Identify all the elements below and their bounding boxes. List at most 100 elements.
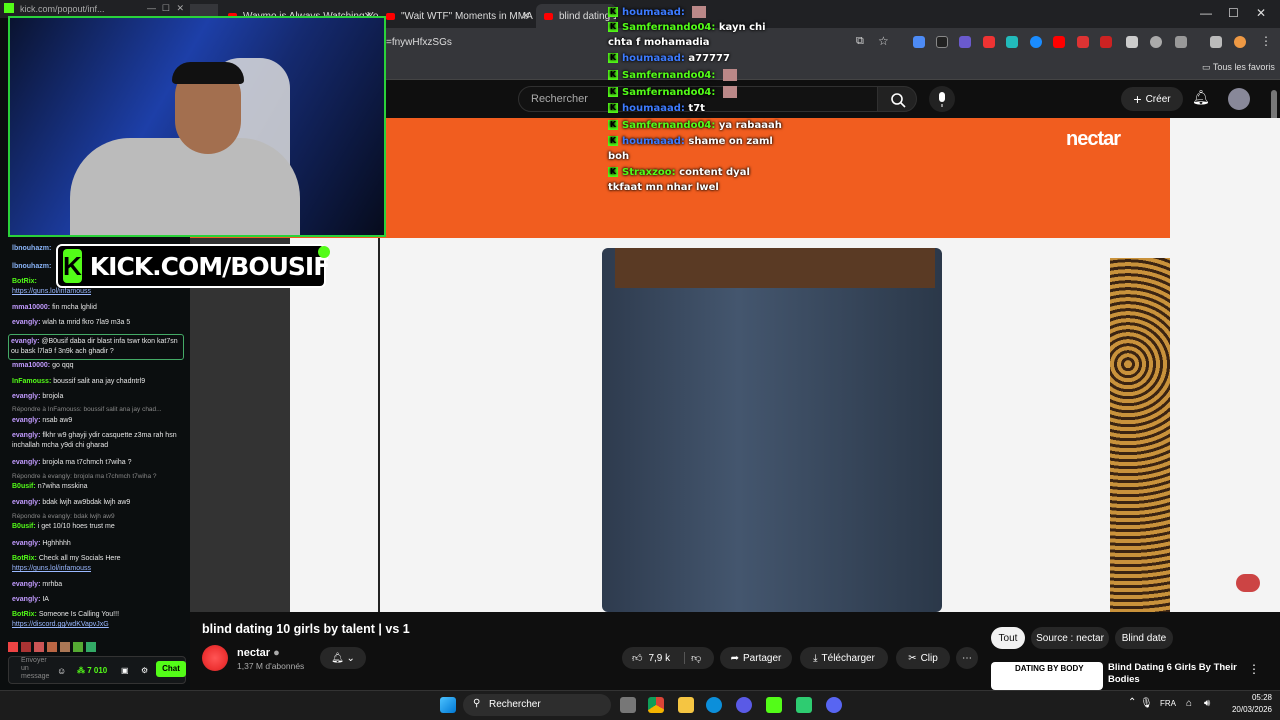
app-icon[interactable] — [796, 697, 812, 713]
channel-avatar[interactable] — [202, 645, 228, 671]
emote-icon[interactable] — [60, 642, 70, 652]
emote-icon[interactable] — [8, 642, 18, 652]
thumbs-down-icon[interactable]: 👎︎ — [684, 652, 701, 664]
avatar[interactable] — [1228, 88, 1250, 110]
extension-icon[interactable] — [1053, 36, 1065, 48]
share-button[interactable]: ➦ Partager — [720, 647, 792, 669]
minimize-icon[interactable]: — — [1200, 6, 1212, 20]
related-thumbnail[interactable]: DATING BY BODY — [991, 662, 1103, 690]
app-icon[interactable] — [736, 697, 752, 713]
close-window-icon[interactable]: ✕ — [1256, 6, 1266, 20]
taskbar-search[interactable]: ⚲ Rechercher — [463, 694, 611, 716]
chat-username[interactable]: mma10000: — [12, 362, 50, 369]
chat-username[interactable]: B0usif: — [12, 483, 36, 490]
chat-link[interactable]: https://guns.lol/infamouss — [12, 564, 182, 574]
emote-icon[interactable] — [34, 642, 44, 652]
edge-icon[interactable] — [706, 697, 722, 713]
download-button[interactable]: ⤓ Télécharger — [800, 647, 888, 669]
points-count[interactable]: ⁂ 7 010 — [77, 666, 107, 675]
install-icon[interactable]: ⧉ — [856, 35, 864, 48]
discord-icon[interactable] — [826, 697, 842, 713]
chat-username[interactable]: InFamouss: — [12, 378, 51, 385]
emote-icon[interactable] — [73, 642, 83, 652]
extension-icon[interactable] — [983, 36, 995, 48]
profile-icon[interactable] — [1234, 36, 1246, 48]
chat-link[interactable]: https://discord.gg/wdKVapvJxG — [12, 620, 182, 630]
tab-blind-dating[interactable]: blind dating 10 — [536, 4, 616, 28]
star-icon[interactable]: ☆ — [878, 34, 889, 48]
chat-username[interactable]: evangly: — [12, 581, 40, 588]
chat-username[interactable]: lbnouhazm: — [12, 263, 51, 270]
chat-username[interactable]: B0usif: — [12, 523, 36, 530]
extension-icon[interactable] — [936, 36, 948, 48]
chat-username[interactable]: evangly: — [12, 540, 40, 547]
chat-username[interactable]: BotRix: — [12, 555, 37, 562]
chip-source[interactable]: Source : nectar — [1031, 627, 1109, 649]
close-icon[interactable]: ✕ — [176, 3, 184, 14]
chat-username[interactable]: evangly: — [12, 393, 40, 400]
chevron-up-icon[interactable]: ⌃ — [1128, 697, 1136, 708]
search-button[interactable] — [877, 86, 917, 112]
more-actions-button[interactable]: ⋯ — [956, 647, 978, 669]
emote-icon[interactable] — [21, 642, 31, 652]
chat-username[interactable]: BotRix: — [12, 611, 37, 618]
maximize-icon[interactable]: ☐ — [162, 3, 170, 14]
minimize-icon[interactable]: — — [147, 3, 156, 13]
chat-username[interactable]: evangly: — [12, 319, 40, 326]
smiley-icon[interactable]: ☺ — [57, 666, 66, 676]
tab-mma[interactable]: "Wait WTF" Moments in MMA ✕ — [378, 4, 536, 28]
chat-username[interactable]: evangly: — [12, 596, 40, 603]
task-view-icon[interactable] — [620, 697, 636, 713]
chat-username[interactable]: evangly: — [12, 459, 40, 466]
volume-icon[interactable]: 🔊︎ — [1204, 698, 1210, 709]
extension-icon[interactable] — [1006, 36, 1018, 48]
chip-all[interactable]: Tout — [991, 627, 1025, 649]
channel-name[interactable]: nectar ● — [237, 647, 280, 659]
chat-username[interactable]: BotRix: — [12, 278, 37, 285]
emote-icon[interactable] — [47, 642, 57, 652]
chrome-icon[interactable] — [648, 697, 664, 713]
all-bookmarks[interactable]: ▭ Tous les favoris — [1202, 62, 1275, 73]
chat-text: n7wiha msskina — [37, 483, 88, 490]
gift-icon[interactable]: ▣ — [121, 666, 129, 675]
language-indicator[interactable]: FRA — [1160, 699, 1176, 708]
chat-link[interactable]: https://guns.lol/infamouss — [12, 287, 182, 297]
related-title[interactable]: Blind Dating 6 Girls By Their Bodies — [1108, 662, 1238, 686]
extension-icon[interactable] — [959, 36, 971, 48]
bell-icon[interactable]: 🔔︎ — [1192, 89, 1210, 106]
chat-username[interactable]: evangly: — [11, 338, 39, 345]
shield-icon[interactable] — [1150, 36, 1162, 48]
close-icon[interactable]: ✕ — [522, 11, 530, 22]
clip-button[interactable]: ✂ Clip — [896, 647, 950, 669]
reading-list-icon[interactable] — [1210, 36, 1222, 48]
chat-username[interactable]: mma10000: — [12, 304, 50, 311]
clock-date[interactable]: 20/03/2026 — [1218, 705, 1272, 714]
voice-search-button[interactable] — [929, 86, 955, 112]
send-chat-button[interactable]: Chat — [156, 661, 186, 677]
chat-username[interactable]: lbnouhazm: — [12, 245, 51, 252]
create-button[interactable]: + Créer — [1121, 87, 1183, 111]
subscribe-bell-button[interactable]: 🔔︎ ⌄ — [320, 647, 366, 669]
like-button[interactable]: 👍︎ 7,9 k 👎︎ — [622, 647, 714, 669]
gear-icon[interactable]: ⚙ — [141, 666, 148, 675]
extension-icon[interactable] — [1077, 36, 1089, 48]
puzzle-icon[interactable] — [1175, 36, 1187, 48]
windows-start-icon[interactable] — [440, 697, 456, 713]
chat-username[interactable]: evangly: — [12, 417, 40, 424]
maximize-icon[interactable]: ☐ — [1228, 6, 1239, 20]
more-vert-icon[interactable]: ⋮ — [1248, 662, 1260, 676]
emote-icon[interactable] — [86, 642, 96, 652]
extension-icon[interactable] — [1100, 36, 1112, 48]
chat-username[interactable]: evangly: — [12, 432, 40, 439]
microphone-icon[interactable]: 🎙︎ — [1140, 698, 1153, 709]
kick-icon[interactable] — [766, 697, 782, 713]
extension-icon[interactable] — [913, 36, 925, 48]
chat-username[interactable]: evangly: — [12, 499, 40, 506]
folder-icon[interactable] — [678, 697, 694, 713]
clock-time[interactable]: 05:28 — [1228, 693, 1272, 702]
extension-icon[interactable] — [1030, 36, 1042, 48]
network-icon[interactable]: ⌂ — [1186, 698, 1192, 709]
menu-icon[interactable]: ⋮ — [1260, 34, 1272, 48]
extension-icon[interactable] — [1126, 36, 1138, 48]
chip-blind-date[interactable]: Blind date — [1115, 627, 1173, 649]
